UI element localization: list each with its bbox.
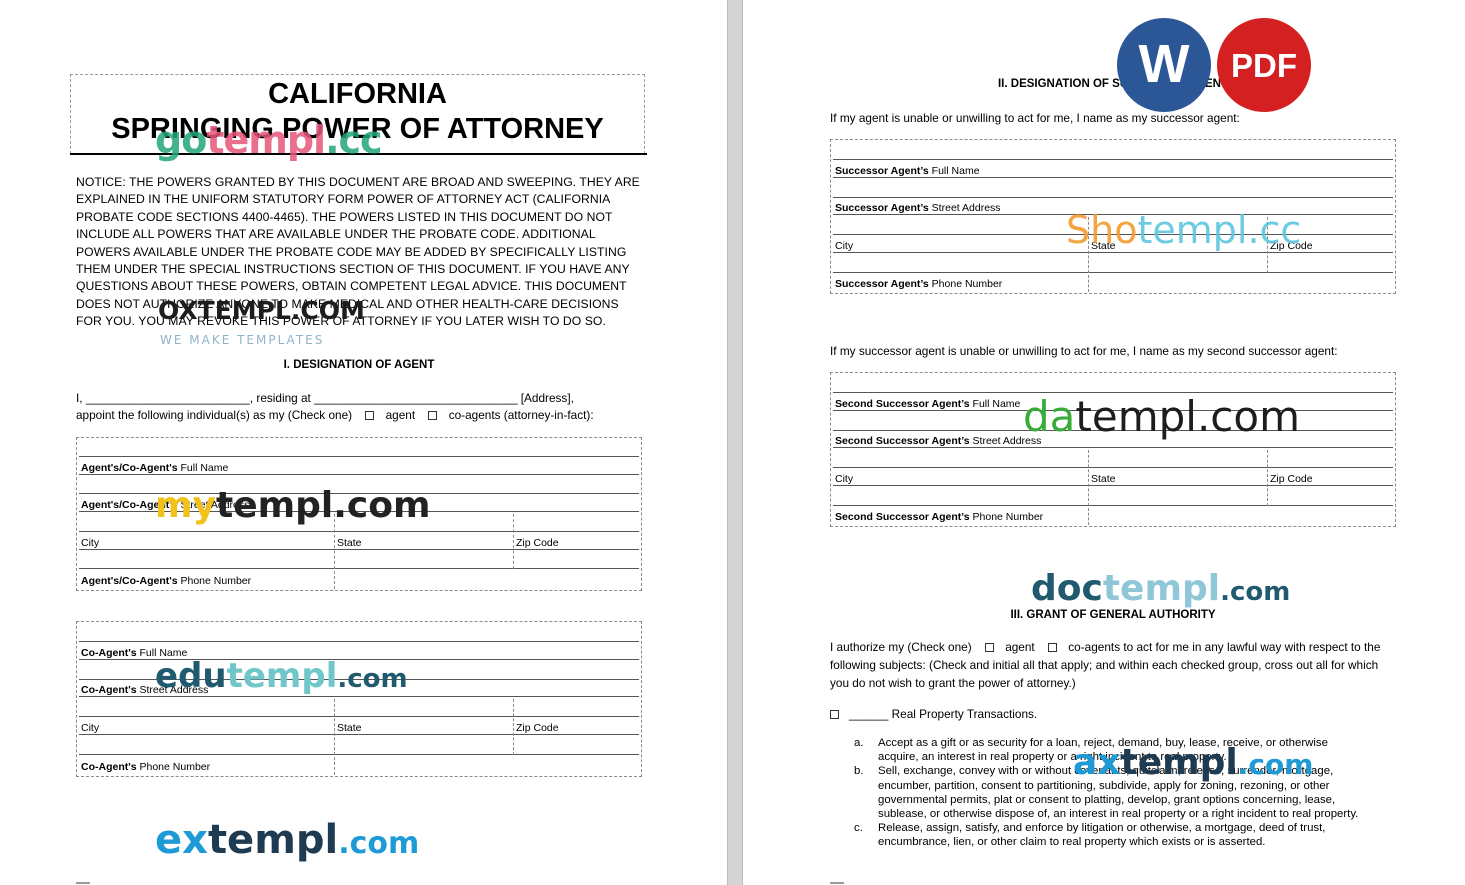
successor-city-state-zip-input[interactable] bbox=[833, 255, 1393, 273]
agent-city-state-zip-input[interactable] bbox=[79, 552, 639, 569]
co-agent-street-input[interactable] bbox=[79, 699, 639, 717]
form-spacer-row bbox=[833, 376, 1393, 393]
column-divider bbox=[334, 699, 336, 755]
grant-agent-checkbox[interactable] bbox=[984, 643, 994, 652]
title-line-1: CALIFORNIA bbox=[268, 78, 447, 110]
section-1-heading: I. DESIGNATION OF AGENT bbox=[283, 359, 435, 371]
page-edge-mark bbox=[76, 882, 90, 884]
real-property-checkbox[interactable] bbox=[830, 710, 839, 719]
column-divider bbox=[1088, 450, 1090, 506]
co-agents-checkbox[interactable] bbox=[428, 411, 438, 420]
grant-co-agents-checkbox[interactable] bbox=[1048, 643, 1057, 652]
column-divider bbox=[513, 699, 515, 755]
second-successor-intro: If my successor agent is unable or unwil… bbox=[830, 344, 1338, 358]
agent-checkbox[interactable] bbox=[365, 411, 375, 420]
successor-full-name-input[interactable] bbox=[833, 180, 1393, 198]
pdf-file-icon[interactable]: PDF bbox=[1217, 18, 1311, 112]
co-agent-city-state-zip-field[interactable] bbox=[79, 719, 639, 735]
column-divider bbox=[334, 571, 336, 589]
second-successor-city-state-zip-input[interactable] bbox=[833, 488, 1393, 506]
grant-line-3: you do not wish to grant the power of at… bbox=[830, 676, 1076, 690]
edutempl-watermark: edutempl.com bbox=[155, 656, 408, 696]
agent-phone-field[interactable] bbox=[79, 571, 639, 589]
grant-line-1: I authorize my (Check one) agent co-agen… bbox=[830, 640, 1381, 654]
co-agent-phone-field[interactable] bbox=[79, 757, 639, 775]
successor-phone-field[interactable] bbox=[833, 275, 1393, 292]
mytempl-watermark: mytempl.com bbox=[155, 485, 431, 526]
gotempl-watermark: gotempl.cc bbox=[155, 118, 383, 162]
column-divider bbox=[1088, 508, 1090, 525]
co-agent-city-state-zip-input[interactable] bbox=[79, 737, 639, 755]
column-divider bbox=[513, 514, 515, 569]
successor-intro: If my agent is unable or unwilling to ac… bbox=[830, 111, 1240, 125]
datempl-watermark: datempl.com bbox=[1023, 392, 1301, 441]
list-item: c. Release, assign, satisfy, and enforce… bbox=[854, 822, 1326, 849]
agent-city-state-zip-field[interactable] bbox=[79, 534, 639, 550]
oxtempl-watermark: OXTEMPL.COM bbox=[158, 296, 365, 325]
form-spacer-row bbox=[79, 625, 639, 642]
intro-line-1: I, _________________________, residing a… bbox=[76, 391, 574, 405]
column-divider bbox=[1267, 450, 1269, 506]
form-spacer-row bbox=[79, 441, 639, 457]
doctempl-watermark: doctempl.com bbox=[1031, 568, 1291, 609]
second-successor-street-input[interactable] bbox=[833, 450, 1393, 468]
right-page: II. DESIGNATION OF SUCCESSOR AGENT If my… bbox=[743, 0, 1465, 885]
section-3-heading: III. GRANT OF GENERAL AUTHORITY bbox=[1010, 609, 1216, 621]
oxtempl-tagline: WE MAKE TEMPLATES bbox=[160, 333, 325, 347]
axtempl-watermark: axtempl.com bbox=[1073, 742, 1314, 783]
co-agent-form: Co-Agent's Full Name Co-Agent's Street A… bbox=[76, 621, 642, 777]
agent-full-name-field[interactable] bbox=[79, 460, 639, 475]
grant-line-2: following subjects: (Check and initial a… bbox=[830, 658, 1379, 672]
column-divider bbox=[1088, 275, 1090, 292]
shotempl-watermark: Shotempl.cc bbox=[1066, 208, 1302, 252]
section-2-heading: II. DESIGNATION OF SUCCESSOR AGENT bbox=[997, 78, 1229, 90]
second-successor-city-state-zip-field[interactable] bbox=[833, 470, 1393, 486]
pdf-icon-label: PDF bbox=[1231, 47, 1297, 84]
left-page: CALIFORNIA SPRINGING POWER OF ATTORNEY N… bbox=[0, 0, 727, 885]
form-spacer-row bbox=[833, 143, 1393, 160]
page-gutter bbox=[727, 0, 743, 885]
real-property-option: ______ Real Property Transactions. bbox=[830, 705, 1037, 723]
word-icon-label: W bbox=[1138, 34, 1190, 94]
intro-line-2: appoint the following individual(s) as m… bbox=[76, 408, 594, 422]
extempl-watermark: extempl.com bbox=[155, 817, 420, 863]
word-file-icon[interactable]: W bbox=[1117, 18, 1211, 112]
column-divider bbox=[334, 757, 336, 775]
page-edge-mark bbox=[830, 882, 844, 884]
second-successor-phone-field[interactable] bbox=[833, 508, 1393, 525]
successor-full-name-field[interactable] bbox=[833, 162, 1393, 178]
